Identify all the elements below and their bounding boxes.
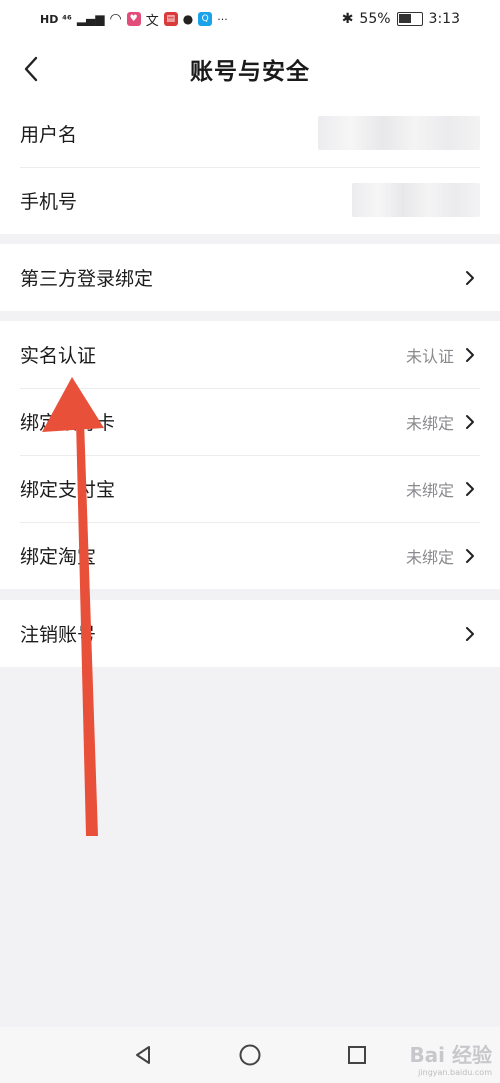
taobao-label: 绑定淘宝	[20, 546, 97, 568]
alipay-label: 绑定支付宝	[20, 479, 116, 501]
username-value-blurred	[318, 116, 480, 150]
page-header: 账号与安全	[0, 38, 500, 100]
cancel-account-row[interactable]: 注销账号	[0, 600, 500, 667]
third-party-group: 第三方登录绑定	[0, 244, 500, 311]
nav-home-icon[interactable]	[232, 1037, 268, 1073]
signal-icon: ▂▄▆	[76, 12, 105, 26]
chevron-right-icon	[460, 546, 480, 566]
phone-value-blurred	[352, 183, 480, 217]
network-indicator: HD ⁴⁶	[40, 12, 72, 26]
alipay-status: 未绑定	[405, 480, 454, 500]
phone-label: 手机号	[20, 191, 78, 213]
status-right: ✱ 55% 3:13	[342, 11, 460, 27]
watermark-url: jingyan.baidu.com	[418, 1068, 492, 1077]
taobao-row[interactable]: 绑定淘宝 未绑定	[0, 522, 500, 589]
bluetooth-icon: ✱	[341, 11, 354, 27]
back-icon[interactable]	[14, 52, 48, 86]
username-label: 用户名	[20, 124, 78, 146]
cancel-account-group: 注销账号	[0, 600, 500, 667]
taobao-status: 未绑定	[405, 547, 454, 567]
status-bar: HD ⁴⁶ ▂▄▆ ◠ ♥ 文 ▤ ● Q ··· ✱ 55% 3:13	[0, 0, 500, 38]
battery-icon	[396, 12, 423, 26]
app-notification-icon: ▤	[163, 12, 178, 26]
alipay-row[interactable]: 绑定支付宝 未绑定	[0, 455, 500, 522]
nav-recent-icon[interactable]	[339, 1037, 375, 1073]
realname-label: 实名认证	[20, 345, 97, 367]
clock: 3:13	[428, 11, 460, 27]
cancel-account-label: 注销账号	[20, 624, 97, 646]
realname-status: 未认证	[405, 346, 454, 366]
realname-row[interactable]: 实名认证 未认证	[0, 321, 500, 388]
status-left: HD ⁴⁶ ▂▄▆ ◠ ♥ 文 ▤ ● Q ···	[40, 10, 228, 29]
bank-card-label: 绑定银行卡	[20, 412, 116, 434]
chevron-right-icon	[460, 268, 480, 288]
username-row[interactable]: 用户名	[0, 100, 500, 167]
watermark-brand: Bai 经验	[409, 1043, 492, 1067]
battery-percent: 55%	[359, 11, 391, 27]
more-notifications: ···	[217, 12, 228, 26]
chevron-right-icon	[460, 345, 480, 365]
account-group: 用户名 手机号	[0, 100, 500, 234]
chat-icon: ●	[182, 12, 194, 26]
app-notification-icon: 文	[145, 13, 159, 29]
nav-back-icon[interactable]	[125, 1037, 161, 1073]
phone-row[interactable]: 手机号	[0, 167, 500, 234]
third-party-login-label: 第三方登录绑定	[20, 268, 154, 290]
search-app-icon: Q	[198, 12, 213, 26]
third-party-login-row[interactable]: 第三方登录绑定	[0, 244, 500, 311]
chevron-right-icon	[460, 624, 480, 644]
bank-card-status: 未绑定	[405, 413, 454, 433]
wifi-icon: ◠	[109, 11, 122, 27]
page-title: 账号与安全	[190, 59, 310, 85]
bank-card-row[interactable]: 绑定银行卡 未绑定	[0, 388, 500, 455]
app-notification-icon: ♥	[126, 12, 141, 26]
chevron-right-icon	[460, 412, 480, 432]
chevron-right-icon	[460, 479, 480, 499]
verification-group: 实名认证 未认证 绑定银行卡 未绑定 绑定支付宝 未绑定 绑定淘宝 未绑定	[0, 321, 500, 589]
baidu-jingyan-watermark: Bai 经验 jingyan.baidu.com	[409, 1039, 492, 1077]
